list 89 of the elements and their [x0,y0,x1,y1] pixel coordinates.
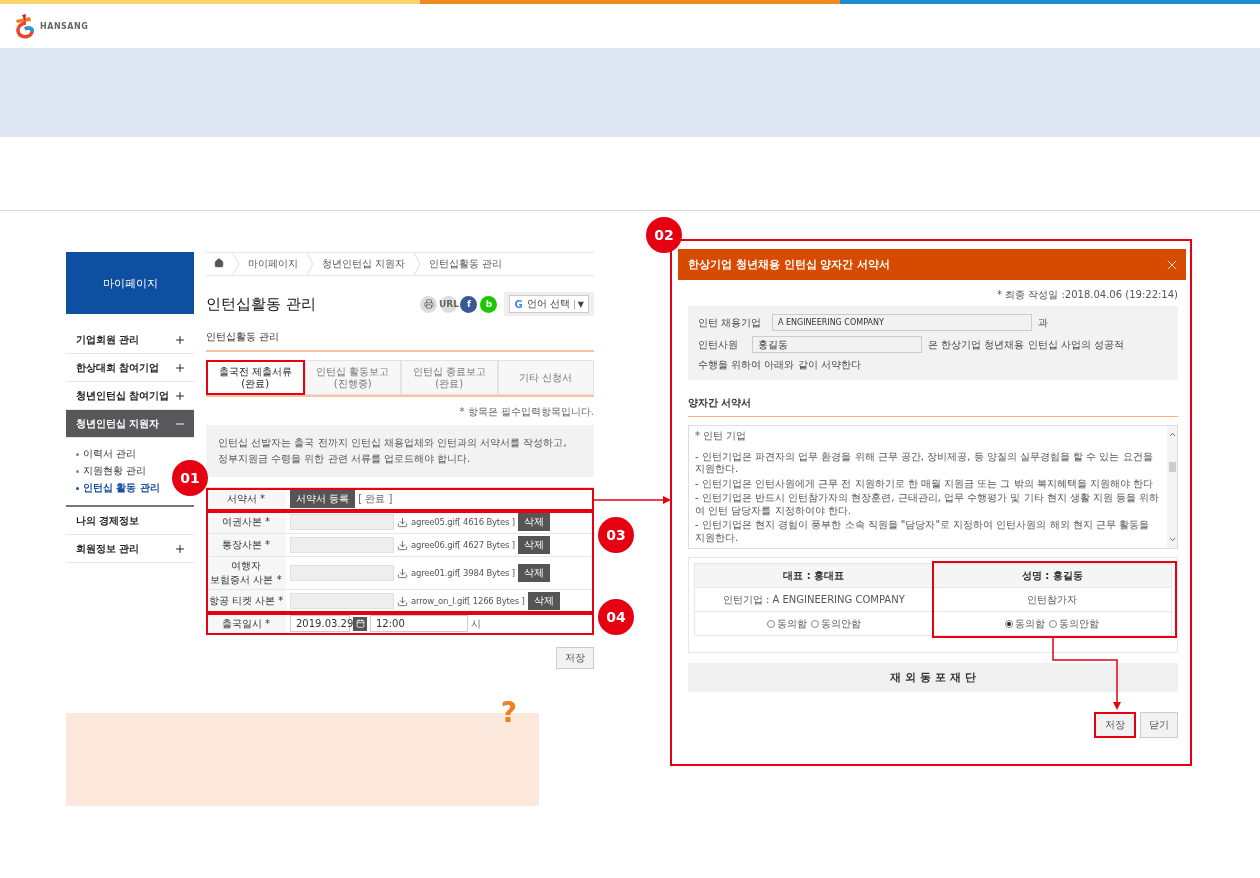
tab[interactable]: 기타 신청서 [497,360,594,395]
organization-name: 재 외 동 포 재 단 [688,663,1178,692]
agreement-text: - 인턴기업은 파견자의 업무 환경을 위해 근무 공간, 장비제공, 등 양질의 실무경험을 할 수 있는 요건을 지원한다. [695,450,1154,476]
field-label: 항공 티켓 사본 * [206,590,286,612]
step-marker: 01 [172,460,208,496]
file-name[interactable]: agree01.gif[ 3984 Bytes ] [411,568,515,578]
logo-icon [14,13,36,39]
signature-header: 대표 : 홍대표 [695,564,934,588]
company-suffix: 과 [1038,315,1048,330]
register-button[interactable]: 서약서 등록 [290,490,356,508]
company-field[interactable]: A ENGINEERING COMPANY [772,314,1032,331]
delete-button[interactable]: 삭제 [527,592,560,610]
agreement-heading: * 인턴 기업 [695,430,748,443]
step-marker: 03 [598,517,634,553]
calendar-icon[interactable] [353,616,367,631]
file-name[interactable]: arrow_on_l.gif[ 1266 Bytes ] [411,596,525,606]
url-button[interactable]: URL [440,295,458,313]
home-icon[interactable] [214,258,224,268]
modal-title: 한상기업 청년채용 인턴십 양자간 서약서 [688,257,891,272]
file-field[interactable] [290,565,394,581]
file-name[interactable]: agree05.gif[ 4616 Bytes ] [411,517,515,527]
field-label: 통장사본 * [206,534,286,556]
delete-button[interactable]: 삭제 [517,513,550,531]
question-mark: ? [500,699,517,731]
agree-radio[interactable]: 동의함 [766,616,807,631]
sidebar-subitem[interactable]: 이력서 관리 [76,447,137,461]
breadcrumb-link[interactable]: 마이페이지 [240,257,306,271]
section-title: 인턴십활동 관리 [206,330,594,352]
breadcrumb-link[interactable]: 인턴십활동 관리 [421,257,511,271]
save-button[interactable]: 저장 [556,647,594,669]
signature-role: 인턴기업 : A ENGINEERING COMPANY [695,588,934,612]
expand-icon [174,361,186,374]
sidebar-title: 마이페이지 [66,252,194,314]
notice-text: 인턴십 선발자는 출국 전까지 인턴십 채용업체와 인턴과의 서약서를 작성하고, [218,436,568,450]
intern-field[interactable]: 홍길동 [752,336,922,353]
unit-text: 시 [471,616,481,631]
step-marker: 02 [646,217,682,253]
agreement-text: - 인턴기업은 현지 경험이 풍부한 소속 직원을 "담당자"로 지정하여 인턴사원의 해외 현지 근무 활동을 지원한다. [695,519,1151,544]
agreement-text: - 인턴기업은 인턴사원에게 근무 전 지원하기로 한 매월 지원금 또는 그 밖의 복지혜택을 지원해야 한다 [695,477,1155,490]
expand-icon [174,333,186,346]
last-written-date: * 최종 작성일 :2018.04.06 (19:22:14) [995,288,1178,302]
file-field[interactable] [290,537,394,553]
sidebar-item[interactable]: 청년인턴십 지원자 [66,410,194,438]
tab[interactable]: 인턴십 활동보고 (진행중) [304,360,401,395]
field-label: 여행자 보험증서 사본 * [206,557,286,589]
signature-header: 성명 : 홍길동 [933,564,1172,588]
file-field[interactable] [290,593,394,609]
save-button[interactable]: 저장 [1094,712,1136,738]
agree-radio[interactable]: 동의안함 [1049,616,1100,631]
download-icon[interactable] [397,539,408,551]
download-icon[interactable] [397,567,408,579]
notice-text: 정부지원금 수령을 위한 관련 서류를 업로드해야 합니다. [218,452,472,466]
tab[interactable]: 출국전 제출서류 (완료) [206,360,305,395]
tab[interactable]: 인턴십 종료보고 (완료) [401,360,498,395]
scroll-down-icon[interactable] [1167,535,1177,544]
intern-suffix: 은 한상기업 청년채용 인턴십 사업의 성공적 [928,337,1124,352]
pledge-sentence: 수행을 위하여 아래와 같이 서약한다 [698,358,862,372]
page-title: 인턴십활동 관리 [206,294,316,314]
agree-radio[interactable]: 동의함 [1005,616,1046,631]
agree-radio[interactable]: 동의안함 [810,616,861,631]
agreement-text: - 인턴기업은 반드시 인턴참가자의 현장훈련, 근태관리, 업무 수행평가 및 기타 현지 생활 지원 등을 위하여 인턴 담당자를 지정하여야 한다. [695,492,1161,517]
status-text: [ 완료 ] [358,492,393,506]
field-label: 인턴 채용기업 [698,315,763,330]
connector-arrow [1051,638,1122,710]
close-button[interactable]: 닫기 [1140,712,1178,738]
download-icon[interactable] [397,595,408,607]
facebook-button[interactable]: f [460,295,478,313]
expand-icon [174,389,186,402]
required-note: * 항목은 필수입력항목입니다. [458,405,594,419]
delete-button[interactable]: 삭제 [517,536,550,554]
logo-text: HANSANG [40,21,89,31]
download-icon[interactable] [397,516,408,528]
print-button[interactable] [420,295,438,313]
expand-icon [174,542,186,555]
file-field[interactable] [290,514,394,530]
agreement-title: 양자간 서약서 [688,396,1178,417]
breadcrumb-link[interactable]: 청년인턴십 지원자 [314,257,414,271]
scrollbar-thumb[interactable] [1168,462,1176,472]
step-marker: 04 [598,599,634,635]
scroll-up-icon[interactable] [1167,430,1177,439]
time-field[interactable]: 12:00 [370,615,468,632]
scrollbar[interactable] [1167,426,1177,548]
file-name[interactable]: agree06.gif[ 4627 Bytes ] [411,540,515,550]
signature-role: 인턴참가자 [933,588,1172,612]
field-label: 인턴사원 [698,337,739,352]
sidebar-subitem[interactable]: 인턴십 활동 관리 [76,481,160,495]
delete-button[interactable]: 삭제 [517,564,550,582]
sidebar-subitem[interactable]: 지원현황 관리 [76,464,147,478]
language-select[interactable]: G 언어 선택 ▼ [509,295,589,313]
